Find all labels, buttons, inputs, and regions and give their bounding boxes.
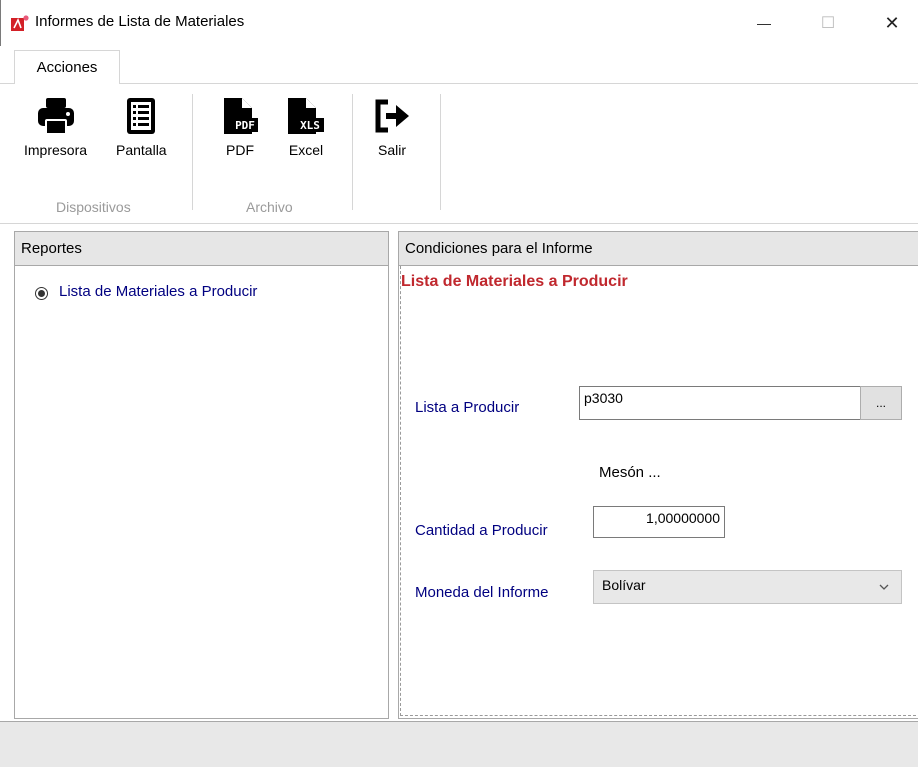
conditions-panel: Condiciones para el Informe Lista de Mat…	[398, 231, 918, 719]
minimize-icon: —	[757, 15, 771, 31]
screen-button[interactable]: Pantalla	[116, 94, 167, 158]
maximize-icon: ☐	[820, 15, 836, 32]
list-field-label: Lista a Producir	[415, 399, 520, 416]
ribbon-separator	[352, 94, 353, 210]
app-icon	[11, 15, 29, 31]
tab-acciones[interactable]: Acciones	[14, 50, 120, 84]
group-label-file: Archivo	[246, 199, 293, 215]
exit-icon	[375, 99, 409, 133]
printer-icon	[37, 98, 74, 135]
currency-select[interactable]: Bolívar	[593, 570, 902, 604]
close-icon: ✕	[884, 12, 900, 33]
ribbon-tab-strip: Acciones	[0, 46, 918, 84]
conditions-title: Lista de Materiales a Producir	[401, 273, 628, 290]
close-button[interactable]: ✕	[869, 0, 915, 46]
excel-label: Excel	[288, 142, 324, 158]
radio-selected-dot	[38, 290, 45, 297]
status-bar	[0, 721, 918, 767]
pdf-button[interactable]: PDF PDF	[218, 94, 262, 158]
title-bar: Informes de Lista de Materiales — ☐ ✕	[0, 0, 918, 46]
exit-button[interactable]: Salir	[370, 94, 414, 158]
quantity-input[interactable]: 1,00000000	[593, 506, 725, 538]
list-input[interactable]: p3030	[579, 386, 861, 420]
exit-label: Salir	[377, 142, 406, 158]
group-label-devices: Dispositivos	[56, 199, 131, 215]
minimize-button[interactable]: —	[741, 0, 787, 46]
report-radio[interactable]	[35, 287, 48, 300]
printer-button[interactable]: Impresora	[24, 94, 87, 158]
chevron-down-icon	[879, 584, 889, 590]
printer-label: Impresora	[24, 142, 88, 158]
svg-text:XLS: XLS	[300, 119, 320, 132]
currency-select-value: Bolívar	[602, 577, 646, 593]
maximize-button[interactable]: ☐	[805, 0, 851, 46]
window-title: Informes de Lista de Materiales	[35, 13, 245, 30]
quantity-field-label: Cantidad a Producir	[415, 522, 548, 539]
ribbon-separator	[192, 94, 193, 210]
ribbon-separator	[440, 94, 441, 210]
report-option-label[interactable]: Lista de Materiales a Producir	[59, 283, 257, 300]
pdf-file-icon: PDF	[224, 98, 258, 134]
excel-button[interactable]: XLS Excel	[284, 94, 328, 158]
svg-text:PDF: PDF	[235, 119, 255, 132]
conditions-panel-header: Condiciones para el Informe	[399, 232, 918, 266]
reports-panel: Reportes Lista de Materiales a Producir	[14, 231, 389, 719]
xls-file-icon: XLS	[288, 98, 324, 134]
conditions-area	[400, 266, 916, 716]
ribbon: Impresora Pantalla PDF PDF XLS Excel Sal…	[0, 84, 918, 224]
browse-list-button[interactable]: ...	[860, 386, 902, 420]
reports-panel-header: Reportes	[15, 232, 388, 266]
currency-field-label: Moneda del Informe	[415, 584, 549, 601]
pdf-label: PDF	[226, 142, 254, 158]
screen-label: Pantalla	[116, 142, 167, 158]
list-description: Mesón ...	[599, 464, 661, 481]
list-document-icon	[127, 98, 156, 134]
